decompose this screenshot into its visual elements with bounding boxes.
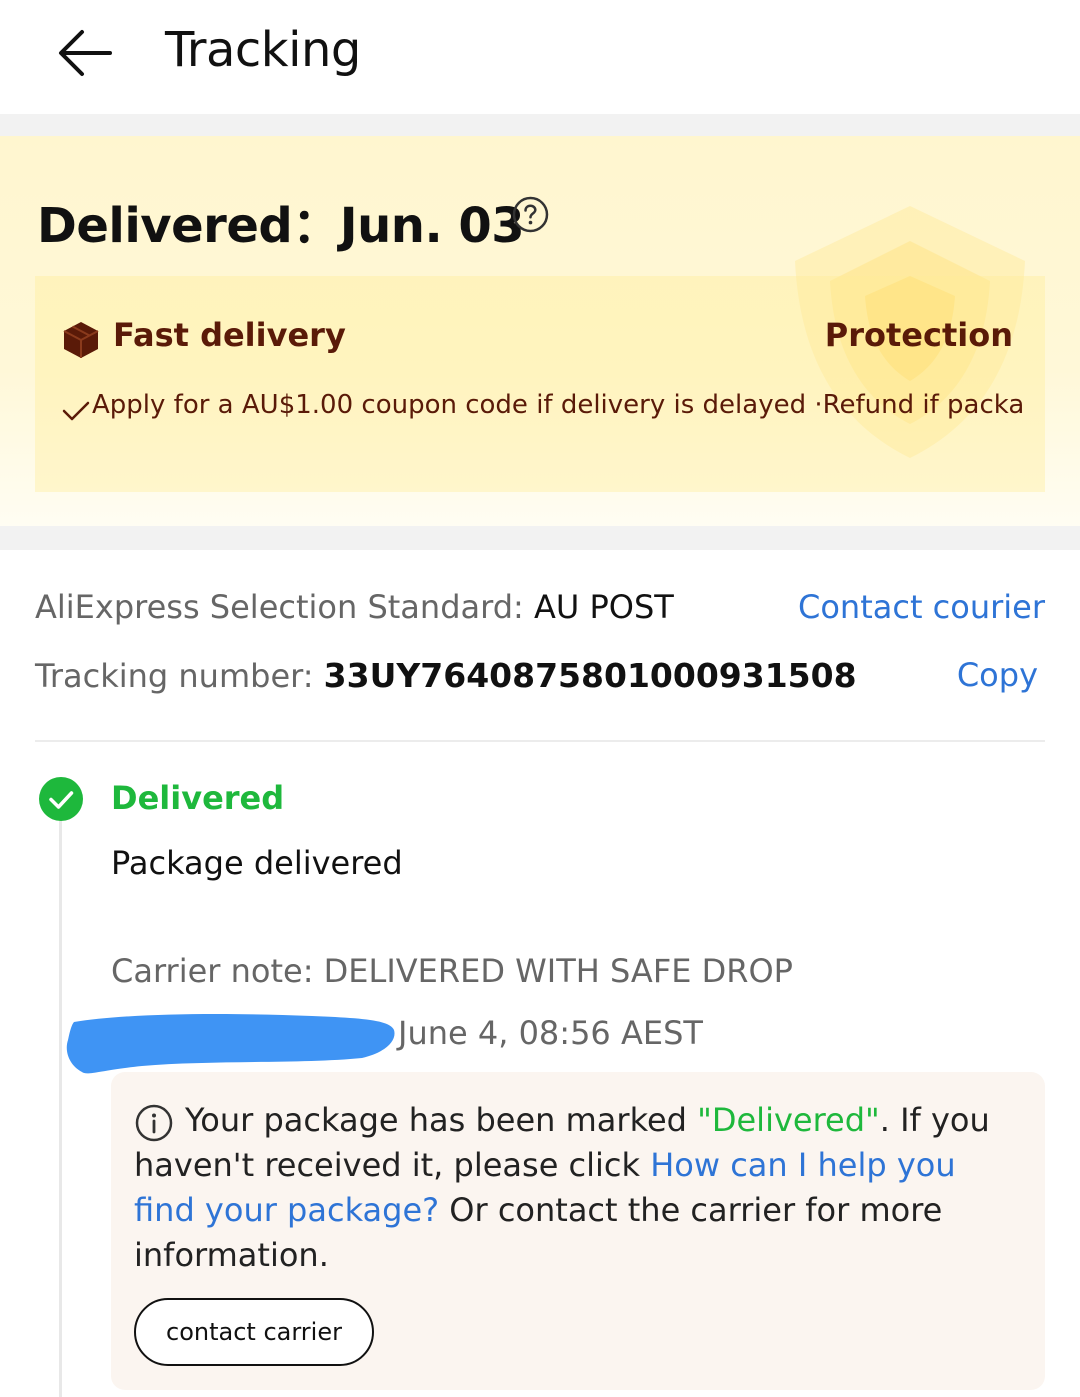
notice-text: Your package has been marked "Delivered"… [134,1101,990,1274]
delivery-notice-card: Your package has been marked "Delivered"… [111,1072,1045,1390]
contact-carrier-button[interactable]: contact carrier [134,1298,374,1366]
delivery-date-heading: Delivered：Jun. 03 [37,198,525,254]
tracking-number-row: Tracking number: 33UY7640875801000931508 [35,656,857,695]
fast-delivery-label: Fast delivery [113,316,346,354]
page-title: Tracking [165,22,361,78]
timeline-line [59,818,62,1397]
carrier-name: AU POST [533,588,674,626]
contact-courier-link[interactable]: Contact courier [798,588,1045,626]
delivery-banner: Delivered：Jun. 03 Fast delivery Protecti… [0,136,1080,526]
tracking-number: 33UY7640875801000931508 [323,656,857,695]
section-divider [0,526,1080,550]
shipping-service-label: AliExpress Selection Standard: [35,588,534,626]
timeline-time: June 4, 08:56 AEST [398,1014,703,1052]
section-divider [0,114,1080,136]
shipping-service-row: AliExpress Selection Standard: AU POST [35,588,674,626]
protection-label: Protection [824,316,1013,354]
top-bar: Tracking [0,0,1080,114]
package-box-icon [63,322,99,358]
delivery-protection-card[interactable]: Fast delivery Protection Apply for a AU$… [35,276,1045,492]
back-button[interactable] [54,24,116,82]
copy-button[interactable]: Copy [957,656,1038,694]
tracking-number-label: Tracking number: [35,657,324,695]
carrier-note: Carrier note: DELIVERED WITH SAFE DROP [111,952,793,990]
timeline-description: Package delivered [111,844,403,882]
arrow-left-icon [59,30,112,76]
guarantee-text: Apply for a AU$1.00 coupon code if deliv… [92,390,1022,420]
checkmark-icon [62,401,90,421]
redaction-scribble [66,1014,395,1074]
check-circle-icon [39,777,83,821]
delivered-status-quote: "Delivered" [697,1101,880,1139]
divider [35,740,1045,742]
question-circle-icon[interactable] [512,196,549,233]
timeline-status: Delivered [111,779,285,817]
